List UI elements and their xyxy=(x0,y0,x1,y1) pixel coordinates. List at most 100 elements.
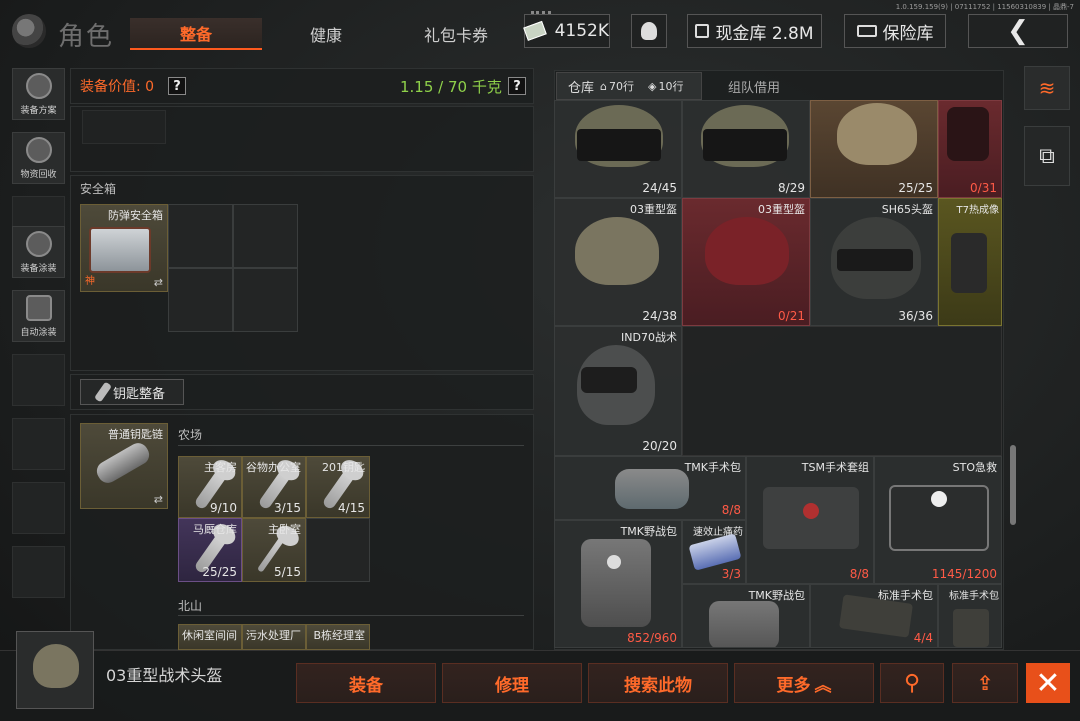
stash-transfer-button[interactable]: ⧉ xyxy=(1024,126,1070,186)
inventory-item[interactable]: 03重型盔 24/38 xyxy=(554,198,682,326)
more-button[interactable]: 更多 ︽ xyxy=(734,663,874,703)
inventory-scrollbar[interactable] xyxy=(1010,445,1016,525)
tab-health[interactable]: 健康 xyxy=(262,18,390,50)
key-item[interactable]: 休闲室间间 xyxy=(178,624,242,650)
item-count: 4/15 xyxy=(338,501,365,515)
close-button[interactable]: ✕ xyxy=(1026,663,1070,703)
rows-b: ◈ 10行 xyxy=(648,72,683,100)
auto-paint-button[interactable]: 自动涂装 xyxy=(12,290,65,342)
visor-image xyxy=(577,129,661,161)
safebox-cell[interactable] xyxy=(168,268,233,332)
back-button[interactable]: ❮ xyxy=(968,14,1068,48)
weight-help-button[interactable]: ? xyxy=(508,77,526,95)
item-count: 3/3 xyxy=(721,567,741,581)
transfer-icon: ⇪ xyxy=(976,671,994,695)
inventory-item[interactable]: 0/31 xyxy=(938,100,1002,198)
character-button[interactable] xyxy=(631,14,667,48)
game-screen: { "version": "1.0.159.159(9) | 07111752 … xyxy=(0,0,1080,721)
recycle-button[interactable]: 物资回收 xyxy=(12,132,65,184)
chevron-up-icon: ︽ xyxy=(814,675,832,696)
key-item[interactable]: 污水处理厂 xyxy=(242,624,306,650)
sort-button[interactable]: ≋ xyxy=(1024,66,1070,110)
back-arrow-icon: ❮ xyxy=(1007,16,1029,46)
inventory-item[interactable]: IND70战术 20/20 xyxy=(554,326,682,456)
inventory-item[interactable]: STO急救 1145/1200 xyxy=(874,456,1002,584)
item-name: 主卧室 xyxy=(268,523,301,536)
toolbar-label: 装备方案 xyxy=(20,106,57,116)
key-icon xyxy=(93,381,112,403)
safebox-cell[interactable] xyxy=(168,204,233,268)
item-count: 5/15 xyxy=(274,565,301,579)
safebox-item[interactable]: 防弹安全箱 神 ⇄ xyxy=(80,204,168,292)
item-name: 03重型盔 xyxy=(758,203,805,216)
keys-loadout-button[interactable]: 钥匙整备 xyxy=(80,379,184,405)
medkit-bag-image xyxy=(615,469,689,509)
key-group-title: 北山 xyxy=(178,599,203,613)
inventory-item[interactable]: 25/25 xyxy=(810,100,938,198)
search-button[interactable]: ⚲ xyxy=(880,663,944,703)
warehouse-tab-label: 仓库 xyxy=(568,80,595,96)
inventory-item[interactable]: SH65头盔 36/36 xyxy=(810,198,938,326)
key-item[interactable]: 马厩仓库 25/25 xyxy=(178,518,242,582)
item-name: STO急救 xyxy=(952,461,997,474)
repair-button[interactable]: 修理 xyxy=(442,663,582,703)
safe-icon xyxy=(856,25,877,37)
tab-team-borrow[interactable]: 组队借用 xyxy=(728,72,780,100)
item-count: 20/20 xyxy=(642,439,677,453)
safe-vault-button[interactable]: 保险库 xyxy=(844,14,946,48)
key-item[interactable]: B栋经理室 xyxy=(306,624,370,650)
inventory-item[interactable]: TMK野战包 852/960 xyxy=(554,520,682,648)
item-name: 标准手术包 xyxy=(949,591,999,602)
loadout-plan-button[interactable]: 装备方案 xyxy=(12,68,65,120)
key-item[interactable]: 主卧室 5/15 xyxy=(242,518,306,582)
key-item[interactable]: 谷物办公室 3/15 xyxy=(242,456,306,518)
key-item[interactable]: 主客房 9/10 xyxy=(178,456,242,518)
tab-loadout[interactable]: 整备 xyxy=(130,18,262,50)
safebox-cell[interactable] xyxy=(233,268,298,332)
item-count: 25/25 xyxy=(202,565,237,579)
equip-button[interactable]: 装备 xyxy=(296,663,436,703)
quick-transfer-button[interactable]: ⇪ xyxy=(952,663,1018,703)
toolbar-slot xyxy=(12,354,65,406)
divider xyxy=(178,445,524,446)
rows-a: ⌂ 70行 xyxy=(600,72,634,100)
value-help-button[interactable]: ? xyxy=(168,77,186,95)
tab-gifts[interactable]: 礼包卡券 xyxy=(390,18,522,50)
keychain-image xyxy=(93,439,153,487)
inventory-item[interactable]: 标准手术包 xyxy=(938,584,1002,648)
inventory-item[interactable]: TSM手术套组 8/8 xyxy=(746,456,874,584)
inventory-item[interactable]: 速效止痛药 3/3 xyxy=(682,520,746,584)
search-item-button[interactable]: 搜索此物 xyxy=(588,663,728,703)
thermal-scope-image xyxy=(951,233,987,293)
cash-vault-button[interactable]: 现金库 2.8M xyxy=(687,14,822,48)
inventory-item[interactable]: T7热成像 xyxy=(938,198,1002,326)
inventory-item[interactable]: 03重型盔 0/21 xyxy=(682,198,810,326)
safebox-cell[interactable] xyxy=(233,204,298,268)
keychain-item[interactable]: 普通钥匙链 ⇄ xyxy=(80,423,168,509)
layers-add-icon: ⧉ xyxy=(1039,143,1055,169)
item-count: 0/21 xyxy=(778,309,805,323)
selected-item-thumbnail xyxy=(16,631,94,709)
item-name: TMK手术包 xyxy=(684,461,741,474)
toolbar-slot xyxy=(12,546,65,598)
visor-image xyxy=(581,367,637,393)
cash-vault-label: 现金库 2.8M xyxy=(715,23,814,44)
helmet-image xyxy=(837,103,917,165)
inventory-item[interactable]: 8/29 xyxy=(682,100,810,198)
equip-slot[interactable] xyxy=(82,110,166,144)
inventory-item[interactable]: TMK手术包 8/8 xyxy=(554,456,746,520)
cash-icon xyxy=(523,21,547,41)
empty-key-slot[interactable] xyxy=(306,518,370,582)
toolbar-slot xyxy=(12,418,65,470)
item-count: 0/31 xyxy=(970,181,997,195)
paint-button[interactable]: 装备涂装 xyxy=(12,226,65,278)
painkiller-image xyxy=(688,533,742,571)
key-item[interactable]: 201钥匙 4/15 xyxy=(306,456,370,518)
search-icon: ⚲ xyxy=(903,670,921,696)
cash-display[interactable]: 4152K xyxy=(523,14,610,48)
red-cross-icon xyxy=(931,491,947,507)
version-text: 1.0.159.159(9) | 07111752 | 11560310839 … xyxy=(895,3,1074,11)
inventory-item[interactable]: TMK野战包 xyxy=(682,584,810,648)
inventory-item[interactable]: 标准手术包 4/4 xyxy=(810,584,938,648)
inventory-item[interactable]: 24/45 xyxy=(554,100,682,198)
